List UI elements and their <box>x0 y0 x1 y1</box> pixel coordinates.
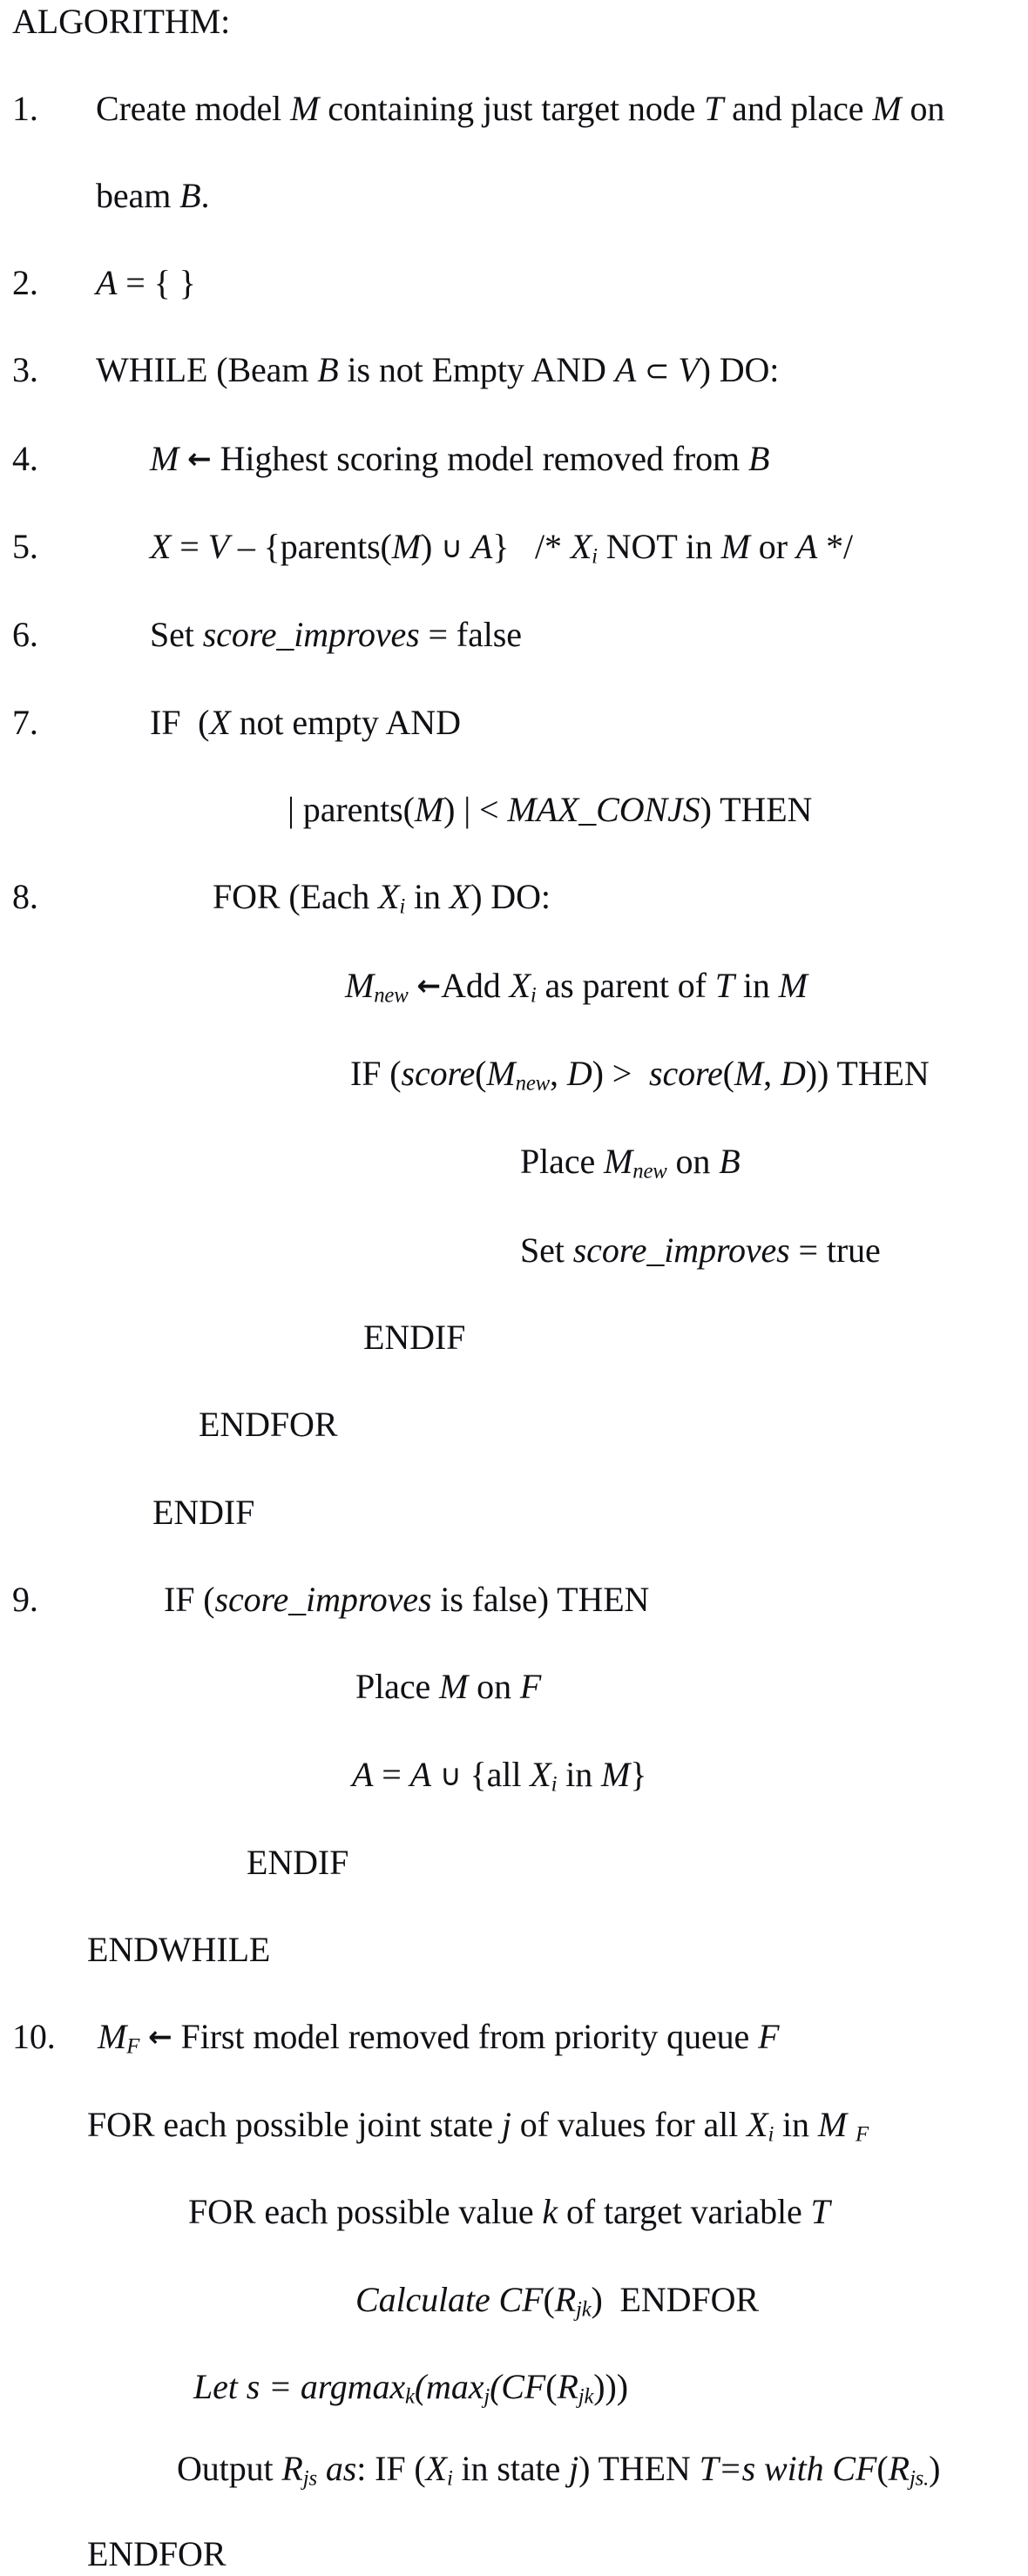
calculate-cf-text: Calculate CF(Rjk) ENDFOR <box>355 2280 759 2322</box>
for-joint-state-line: FOR each possible joint state j of value… <box>0 2103 1028 2147</box>
step-1-continuation-text: beam B. <box>96 176 210 215</box>
score-compare-if-text: IF (score(Mnew, D) > score(M, D)) THEN <box>350 1054 930 1096</box>
step-number-4: 4. <box>12 439 38 478</box>
step-6-line: 6. Set score_improves = false <box>0 613 1028 657</box>
step-number-9: 9. <box>12 1580 38 1619</box>
step-9-text: IF (score_improves is false) THEN <box>164 1580 650 1619</box>
step-4-line: 4. M ← Highest scoring model removed fro… <box>0 437 1028 481</box>
for-target-value-line: FOR each possible value k of target vari… <box>0 2190 1028 2234</box>
step-3-line: 3. WHILE (Beam B is not Empty AND A ⊂ V)… <box>0 348 1028 392</box>
step-number-2: 2. <box>12 263 38 302</box>
step-1-line: 1. Create model M containing just target… <box>0 87 1028 131</box>
endfor-line: ENDFOR <box>0 1403 1028 1446</box>
step-2-line: 2. A = { } <box>0 261 1028 305</box>
step-number-6: 6. <box>12 615 38 654</box>
algorithm-title-line: ALGORITHM: <box>0 0 1028 44</box>
step-7-continuation-line: | parents(M) | < MAX_CONJS) THEN <box>0 788 1028 832</box>
step-number-3: 3. <box>12 350 38 389</box>
endwhile-line: ENDWHILE <box>0 1928 1028 1972</box>
place-mnew-text: Place Mnew on B <box>520 1142 741 1183</box>
for-target-value-text: FOR each possible value k of target vari… <box>188 2192 830 2231</box>
step-6-text: Set score_improves = false <box>150 615 522 654</box>
output-rule-text: Output Rjs as: IF (Xi in state j) THEN T… <box>177 2449 941 2491</box>
score-compare-if-line: IF (score(Mnew, D) > score(M, D)) THEN <box>0 1052 1028 1096</box>
endfor-final-line: ENDFOR <box>0 2532 1028 2576</box>
left-arrow-icon: ← <box>187 442 212 475</box>
step-8-line: 8. FOR (Each Xi in X) DO: <box>0 875 1028 919</box>
place-m-on-f-text: Place M on F <box>355 1667 542 1706</box>
step-4-text: M ← Highest scoring model removed from B <box>150 437 769 482</box>
step-2-text: A = { } <box>96 263 196 302</box>
step-10-line: 10. MF ← First model removed from priori… <box>0 2015 1028 2059</box>
endwhile-text: ENDWHILE <box>87 1930 271 1969</box>
endfor-text: ENDFOR <box>199 1405 338 1444</box>
place-mnew-line: Place Mnew on B <box>0 1140 1028 1183</box>
for-joint-state-text: FOR each possible joint state j of value… <box>87 2105 869 2147</box>
step-8-text: FOR (Each Xi in X) DO: <box>213 877 551 919</box>
step-number-5: 5. <box>12 527 38 566</box>
step-7-continuation-text: | parents(M) | < MAX_CONJS) THEN <box>287 790 813 829</box>
place-m-on-f-line: Place M on F <box>0 1665 1028 1709</box>
endif-outer-text: ENDIF <box>152 1493 255 1532</box>
step-number-7: 7. <box>12 703 38 742</box>
step-number-1: 1. <box>12 89 38 128</box>
step-5-line: 5. X = V – {parents(M) ∪ A} /* Xi NOT in… <box>0 525 1028 569</box>
step-1-text: Create model M containing just target no… <box>96 89 945 128</box>
algorithm-pseudocode-document: ALGORITHM: 1. Create model M containing … <box>0 0 1028 2573</box>
set-score-improves-true-text: Set score_improves = true <box>520 1231 881 1270</box>
let-s-argmax-text: Let s = argmaxk(maxj(CF(Rjk))) <box>193 2367 628 2409</box>
mnew-assign-line: Mnew ←Add Xi as parent of T in M <box>0 964 1028 1008</box>
a-union-text: A = A ∪ {all Xi in M} <box>352 1755 647 1797</box>
a-union-line: A = A ∪ {all Xi in M} <box>0 1753 1028 1797</box>
left-arrow-icon: ← <box>148 2020 172 2053</box>
endif-inner-text: ENDIF <box>363 1318 466 1357</box>
step-7-line: 7. IF (X not empty AND <box>0 701 1028 745</box>
endif-step9-text: ENDIF <box>247 1843 349 1882</box>
step-7-text: IF (X not empty AND <box>150 703 461 742</box>
step-number-8: 8. <box>12 877 38 916</box>
endif-step9-line: ENDIF <box>0 1841 1028 1885</box>
step-5-text: X = V – {parents(M) ∪ A} /* Xi NOT in M … <box>150 527 853 569</box>
set-score-improves-true-line: Set score_improves = true <box>0 1229 1028 1272</box>
step-9-line: 9. IF (score_improves is false) THEN <box>0 1578 1028 1622</box>
left-arrow-icon: ← <box>416 968 442 1002</box>
step-10-text: MF ← First model removed from priority q… <box>98 2017 780 2059</box>
output-rule-line: Output Rjs as: IF (Xi in state j) THEN T… <box>0 2447 1028 2491</box>
step-1-continuation-line: beam B. <box>0 174 1028 218</box>
step-3-text: WHILE (Beam B is not Empty AND A ⊂ V) DO… <box>96 350 780 389</box>
endfor-final-text: ENDFOR <box>87 2534 227 2573</box>
step-number-10: 10. <box>12 2017 56 2056</box>
endif-outer-line: ENDIF <box>0 1491 1028 1534</box>
calculate-cf-line: Calculate CF(Rjk) ENDFOR <box>0 2278 1028 2322</box>
mnew-assign-text: Mnew ←Add Xi as parent of T in M <box>345 966 808 1008</box>
endif-inner-line: ENDIF <box>0 1316 1028 1359</box>
page-title: ALGORITHM: <box>12 2 231 41</box>
let-s-argmax-line: Let s = argmaxk(maxj(CF(Rjk))) <box>0 2365 1028 2409</box>
